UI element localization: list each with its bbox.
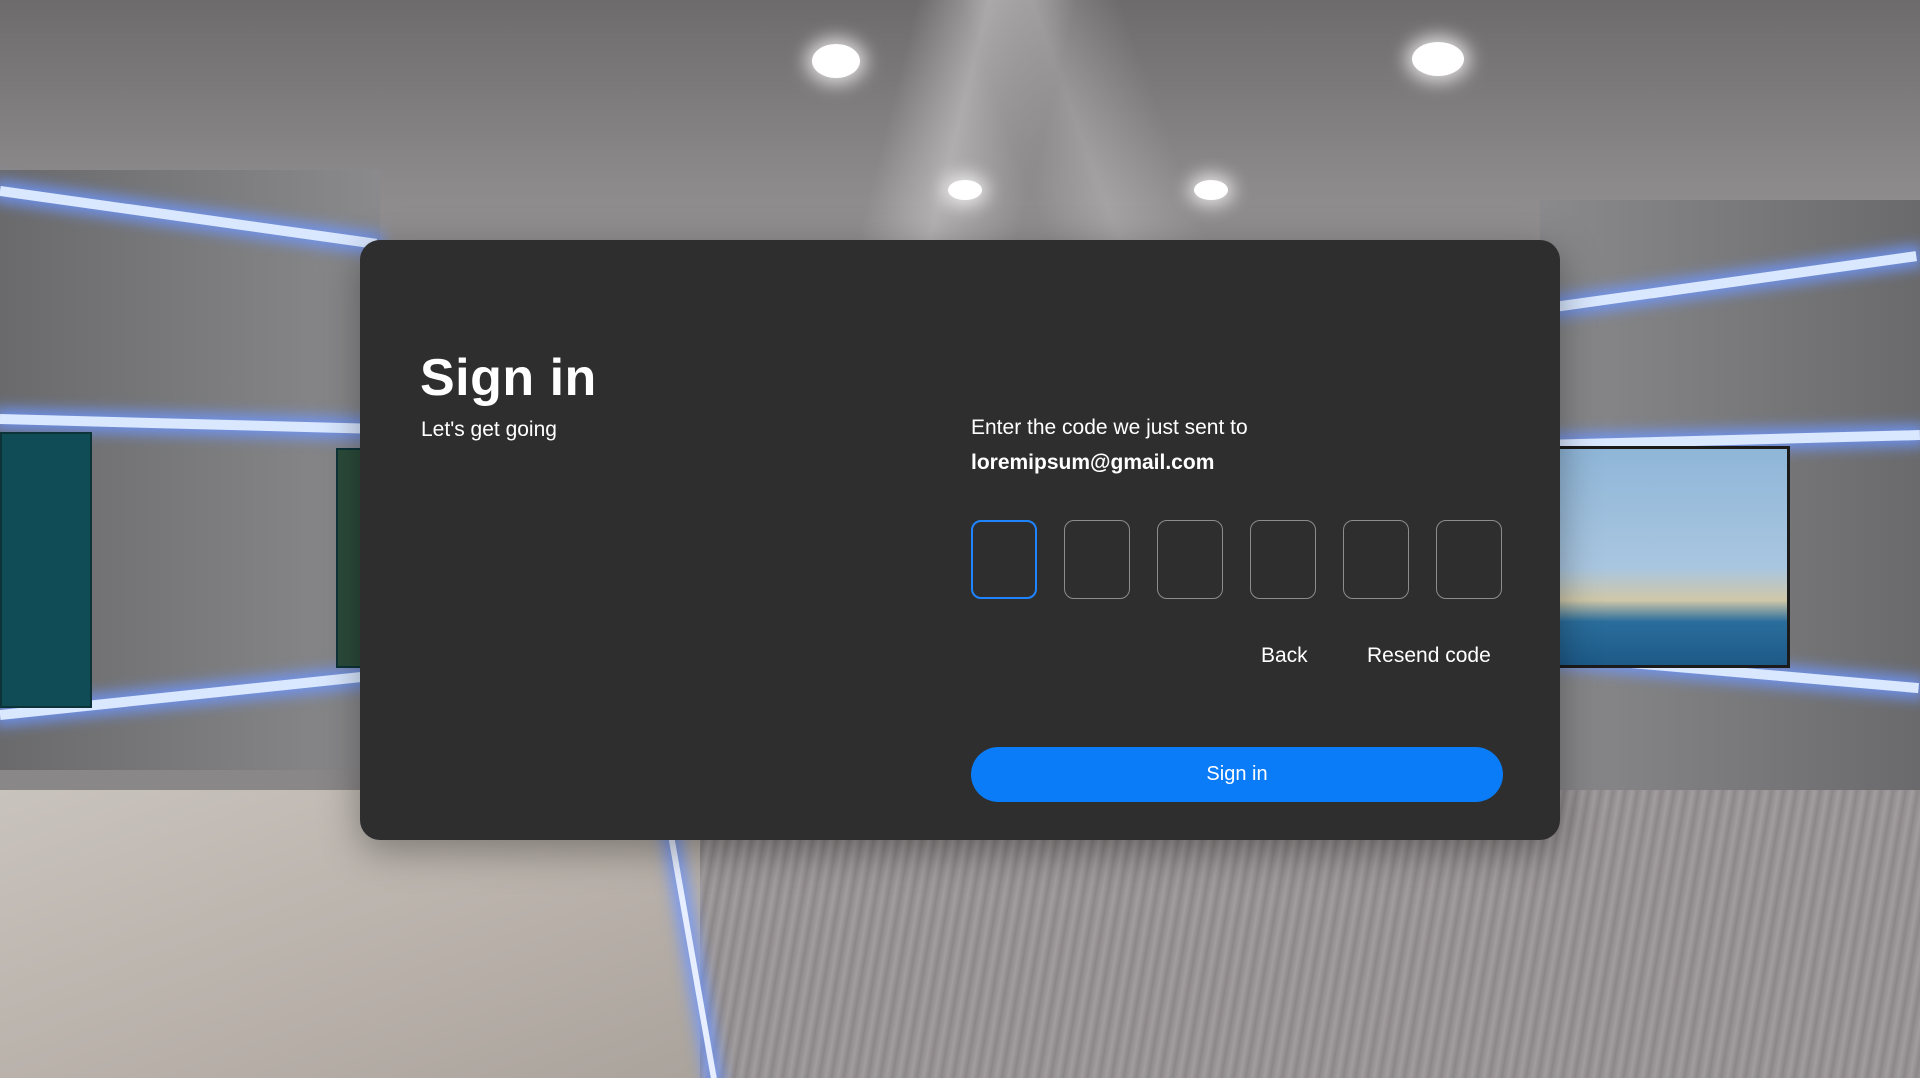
wall-poster — [0, 432, 92, 708]
code-digit-5[interactable] — [1343, 520, 1409, 599]
page-title: Sign in — [420, 349, 597, 407]
ceiling-light — [948, 180, 982, 200]
ceiling-light — [1194, 180, 1228, 200]
email-address: loremipsum@gmail.com — [971, 451, 1215, 474]
code-instruction: Enter the code we just sent to — [971, 416, 1248, 439]
code-digit-1[interactable] — [971, 520, 1037, 599]
signin-panel: Sign in Let's get going Enter the code w… — [360, 240, 1560, 840]
ceiling-light — [812, 44, 860, 78]
code-digit-4[interactable] — [1250, 520, 1316, 599]
wall-poster — [1550, 446, 1790, 668]
resend-code-button[interactable]: Resend code — [1367, 644, 1491, 668]
code-digit-2[interactable] — [1064, 520, 1130, 599]
code-digit-6[interactable] — [1436, 520, 1502, 599]
back-button[interactable]: Back — [1261, 644, 1308, 668]
code-digit-3[interactable] — [1157, 520, 1223, 599]
verification-code-input — [971, 520, 1502, 599]
sign-in-button[interactable]: Sign in — [971, 747, 1503, 802]
page-subtitle: Let's get going — [421, 418, 557, 441]
ceiling-light — [1412, 42, 1464, 76]
